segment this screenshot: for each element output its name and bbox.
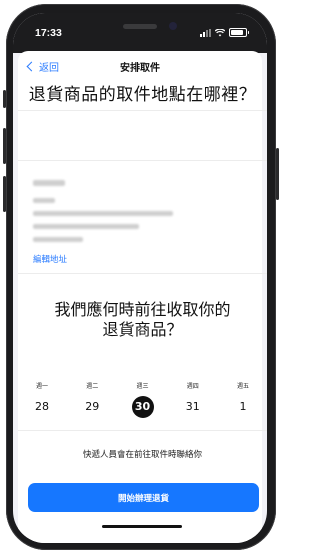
address-name-redacted [33,180,65,186]
day-weekday: 週四 [186,383,199,390]
address-line-redacted [33,198,55,203]
day-weekday: 週一 [35,383,48,390]
status-icons [200,28,249,37]
day-picker: 週一 28 週二 29 週三 30 週四 31 週五 1 [28,381,257,418]
day-weekday: 週五 [236,383,249,390]
address-line-redacted [33,224,139,229]
battery-icon [229,28,249,37]
start-return-button[interactable]: 開始辦理退貨 [28,483,259,512]
pickup-location-heading: 退貨商品的取件地點在哪裡？ [28,85,257,105]
pickup-time-heading-line1: 我們應何時前往收取你的 [54,300,231,319]
volume-up-button [3,128,6,164]
divider [18,273,267,274]
divider [18,110,267,111]
day-weekday: 週三 [136,383,149,390]
power-button [276,148,279,200]
speaker-grille [123,24,157,29]
pickup-sheet: 返回 安排取件 [18,51,262,543]
day-option[interactable]: 週一 28 [28,381,56,418]
day-date: 1 [239,400,247,413]
nav-title: 安排取件 [120,63,160,74]
divider [18,430,267,431]
day-date: 30 [131,396,154,418]
day-weekday: 週二 [86,383,99,390]
nav-bar: 返回 安排取件 [18,51,262,81]
day-option[interactable]: 週三 30 [129,381,157,418]
status-time: 17:33 [35,27,62,39]
address-line-redacted [33,211,173,216]
day-date: 29 [85,400,100,413]
day-option[interactable]: 週五 1 [229,381,257,418]
phone-number-redacted [33,237,83,242]
wifi-icon [215,28,225,36]
edit-address-link[interactable]: 編輯地址 [33,253,67,265]
courier-note: 快遞人員會在前往取件時聯絡你 [82,450,202,460]
day-date: 31 [185,400,200,413]
status-bar: 17:33 [13,13,267,53]
day-option[interactable]: 週四 31 [179,381,207,418]
pickup-time-heading: 我們應何時前往收取你的 退貨商品？ [20,300,265,340]
cellular-signal-icon [200,28,211,37]
divider [18,160,267,161]
camera-icon [169,22,177,30]
volume-down-button [3,176,6,212]
day-option[interactable]: 週二 29 [78,381,106,418]
pickup-time-heading-line2: 退貨商品？ [102,320,183,339]
home-indicator[interactable] [102,525,182,528]
day-date: 28 [35,400,49,413]
